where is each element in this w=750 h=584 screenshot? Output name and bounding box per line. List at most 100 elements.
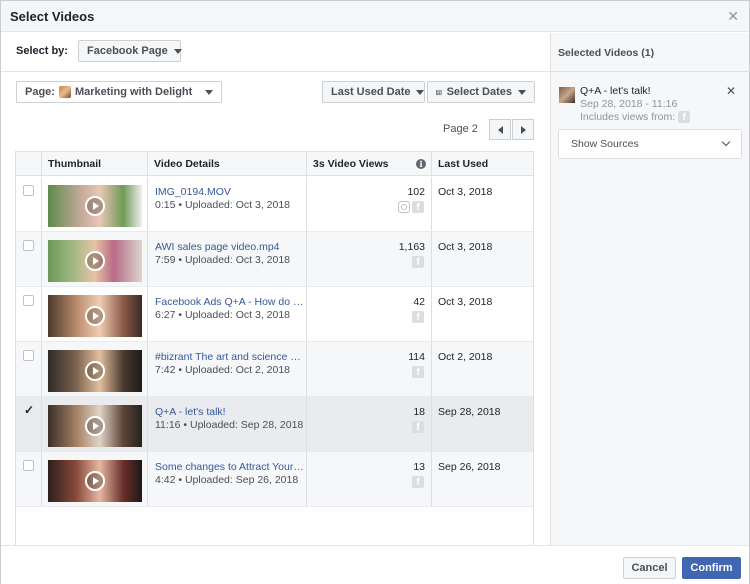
- video-title-link[interactable]: Q+A - let's talk!: [155, 406, 305, 418]
- page-dropdown[interactable]: Page: Marketing with Delight: [16, 81, 222, 103]
- video-views: 13: [413, 461, 425, 473]
- caret-down-icon: [173, 48, 182, 54]
- play-icon: [85, 251, 105, 271]
- video-last-used: Oct 3, 2018: [438, 186, 493, 198]
- video-meta: 11:16 • Uploaded: Sep 28, 2018: [155, 419, 304, 431]
- page-label: Page:: [25, 86, 55, 98]
- cancel-button[interactable]: Cancel: [623, 557, 676, 579]
- source-icons: f: [412, 421, 424, 433]
- video-last-used: Oct 3, 2018: [438, 296, 493, 308]
- table-row[interactable]: AWI sales page video.mp4 7:59 • Uploaded:…: [16, 232, 533, 287]
- video-views: 102: [407, 186, 425, 198]
- arrow-right-icon: [520, 125, 526, 134]
- video-thumbnail[interactable]: [48, 405, 142, 447]
- table-row[interactable]: ✓ Q+A - let's talk! 11:16 • Uploaded: Sep …: [16, 397, 533, 452]
- select-by-value: Facebook Page: [87, 45, 168, 57]
- play-icon: [85, 471, 105, 491]
- row-checkbox[interactable]: ✓: [23, 403, 35, 417]
- row-checkbox[interactable]: [23, 460, 34, 471]
- instagram-icon: [398, 201, 410, 213]
- source-icons: f: [398, 201, 424, 213]
- video-title-link[interactable]: Some changes to Attract Your …: [155, 461, 305, 473]
- column-separator: [306, 452, 307, 506]
- column-separator: [41, 452, 42, 506]
- video-last-used: Oct 2, 2018: [438, 351, 493, 363]
- column-separator: [431, 342, 432, 396]
- confirm-button[interactable]: Confirm: [682, 557, 741, 579]
- column-separator: [306, 232, 307, 286]
- source-icons: f: [412, 311, 424, 323]
- column-header-thumbnail: Thumbnail: [41, 152, 147, 176]
- facebook-icon: f: [412, 201, 424, 213]
- column-header-details: Video Details: [147, 152, 306, 176]
- selected-video-name: Q+A - let's talk!: [580, 85, 651, 97]
- video-views: 114: [408, 351, 425, 363]
- select-by-dropdown[interactable]: Facebook Page: [78, 40, 182, 62]
- show-sources-label: Show Sources: [571, 138, 639, 150]
- column-separator: [147, 232, 148, 286]
- column-header-views: 3s Video Views: [306, 152, 431, 176]
- videos-table: Thumbnail Video Details 3s Video Views i…: [15, 151, 534, 572]
- column-separator: [147, 287, 148, 341]
- column-separator: [306, 397, 307, 451]
- video-thumbnail[interactable]: [48, 350, 142, 392]
- next-page-button[interactable]: [512, 119, 534, 140]
- video-title-link[interactable]: Facebook Ads Q+A - How do I …: [155, 296, 305, 308]
- select-dates-dropdown[interactable]: Select Dates: [427, 81, 535, 103]
- video-meta: 7:42 • Uploaded: Oct 2, 2018: [155, 364, 291, 376]
- close-icon[interactable]: ✕: [727, 8, 739, 25]
- video-thumbnail[interactable]: [48, 295, 142, 337]
- column-separator: [147, 452, 148, 506]
- row-checkbox[interactable]: [23, 240, 34, 251]
- divider: [551, 71, 750, 72]
- table-header: Thumbnail Video Details 3s Video Views i…: [16, 152, 533, 176]
- facebook-icon: f: [412, 366, 424, 378]
- video-views: 18: [413, 406, 425, 418]
- video-thumbnail[interactable]: [48, 240, 142, 282]
- views-from-label: Includes views from:: [580, 111, 676, 123]
- column-separator: [147, 342, 148, 396]
- play-icon: [85, 306, 105, 326]
- table-row[interactable]: Facebook Ads Q+A - How do I … 6:27 • Uplo…: [16, 287, 533, 342]
- video-thumbnail[interactable]: [48, 185, 142, 227]
- selected-video-date: Sep 28, 2018 - 11:16: [580, 98, 678, 110]
- column-separator: [41, 342, 42, 396]
- selected-videos-pane: Selected Videos (1) Q+A - let's talk! Se…: [550, 33, 750, 545]
- column-header-last-used: Last Used: [431, 152, 533, 176]
- chevron-down-icon: [721, 137, 731, 147]
- source-icons: f: [412, 256, 424, 268]
- video-title-link[interactable]: IMG_0194.MOV: [155, 186, 305, 198]
- last-used-date-dropdown[interactable]: Last Used Date: [322, 81, 425, 103]
- checkmark-icon: ✓: [24, 403, 35, 417]
- facebook-icon: f: [678, 111, 691, 123]
- row-checkbox[interactable]: [23, 295, 34, 306]
- row-checkbox[interactable]: [23, 185, 34, 196]
- page-avatar: [58, 86, 71, 98]
- select-dates-label: Select Dates: [446, 86, 512, 98]
- play-icon: [85, 416, 105, 436]
- table-row[interactable]: IMG_0194.MOV 0:15 • Uploaded: Oct 3, 2018…: [16, 177, 533, 232]
- arrow-left-icon: [497, 125, 503, 134]
- calendar-icon: [436, 89, 442, 95]
- play-icon: [85, 196, 105, 216]
- column-separator: [306, 287, 307, 341]
- video-title-link[interactable]: #bizrant The art and science of…: [155, 351, 305, 363]
- caret-down-icon: [518, 89, 526, 95]
- column-separator: [306, 177, 307, 231]
- dialog-footer: Cancel Confirm: [1, 545, 749, 584]
- facebook-icon: f: [412, 256, 424, 268]
- column-separator: [41, 397, 42, 451]
- play-icon: [85, 361, 105, 381]
- views-header-label: 3s Video Views: [313, 158, 389, 170]
- row-checkbox[interactable]: [23, 350, 34, 361]
- select-by-label: Select by:: [16, 45, 68, 57]
- table-row[interactable]: Some changes to Attract Your … 4:42 • Upl…: [16, 452, 533, 507]
- prev-page-button[interactable]: [489, 119, 511, 140]
- table-row[interactable]: #bizrant The art and science of… 7:42 • U…: [16, 342, 533, 397]
- info-icon[interactable]: i: [416, 159, 426, 169]
- video-title-link[interactable]: AWI sales page video.mp4: [155, 241, 305, 253]
- video-views: 1,163: [398, 241, 425, 253]
- show-sources-dropdown[interactable]: Show Sources: [558, 129, 742, 159]
- remove-selected-icon[interactable]: ✕: [726, 84, 736, 98]
- video-thumbnail[interactable]: [48, 460, 142, 502]
